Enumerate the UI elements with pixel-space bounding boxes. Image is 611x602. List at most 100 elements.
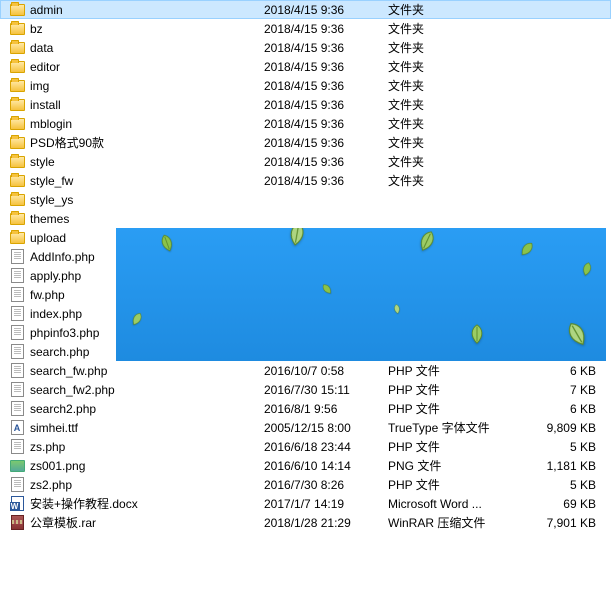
file-size: 5 KB <box>518 478 608 492</box>
file-type: PNG 文件 <box>388 457 518 474</box>
file-name: style_ys <box>30 193 264 207</box>
file-row[interactable]: admin 2018/4/15 9:36 文件夹 <box>0 0 611 19</box>
file-name: search_fw2.php <box>30 383 264 397</box>
file-name: admin <box>30 3 264 17</box>
file-type-icon <box>8 324 26 342</box>
file-name: img <box>30 79 264 93</box>
file-row[interactable]: A simhei.ttf 2005/12/15 8:00 TrueType 字体… <box>0 418 611 437</box>
file-row[interactable]: install 2018/4/15 9:36 文件夹 <box>0 95 611 114</box>
file-row[interactable]: style_fw 2018/4/15 9:36 文件夹 <box>0 171 611 190</box>
file-date: 2016/8/15 9:11 <box>264 326 388 340</box>
file-type: PHP 文件 <box>388 381 518 398</box>
file-type-icon <box>8 495 26 513</box>
file-type-icon <box>8 267 26 285</box>
file-row[interactable]: zs001.png 2016/6/10 14:14 PNG 文件 1,181 K… <box>0 456 611 475</box>
file-date: 2018/4/15 9:36 <box>264 117 388 131</box>
file-name: search_fw.php <box>30 364 264 378</box>
file-row[interactable]: themes <box>0 209 611 228</box>
file-date: 2018/4/15 9:36 <box>264 136 388 150</box>
file-type-icon <box>8 210 26 228</box>
file-name: zs001.png <box>30 459 264 473</box>
file-type-icon <box>8 514 26 532</box>
file-type-icon <box>8 77 26 95</box>
file-date: 2017/1/7 14:19 <box>264 497 388 511</box>
file-size: 1,181 KB <box>518 459 608 473</box>
file-type-icon: A <box>8 419 26 437</box>
file-type: PHP 文件 <box>388 324 518 341</box>
file-type: 文件夹 <box>388 20 518 37</box>
file-row[interactable]: search2.php 2016/8/1 9:56 PHP 文件 6 KB <box>0 399 611 418</box>
file-size: 7 KB <box>518 383 608 397</box>
file-name: index.php <box>30 307 264 321</box>
file-name: phpinfo3.php <box>30 326 264 340</box>
file-row[interactable]: search_fw2.php 2016/7/30 15:11 PHP 文件 7 … <box>0 380 611 399</box>
file-type: PHP 文件 <box>388 362 518 379</box>
file-type: 文件夹 <box>388 153 518 170</box>
file-name: PSD格式90款 <box>30 134 264 151</box>
file-size: 6 KB <box>518 402 608 416</box>
file-row[interactable]: fw.php 4 KB <box>0 285 611 304</box>
file-row[interactable]: 公章模板.rar 2018/1/28 21:29 WinRAR 压缩文件 7,9… <box>0 513 611 532</box>
file-row[interactable]: AddInfo.php 5 KB <box>0 247 611 266</box>
file-size: 5 KB <box>518 269 608 283</box>
file-name: bz <box>30 22 264 36</box>
file-row[interactable]: index.php 1 KB <box>0 304 611 323</box>
file-date: 2018/4/15 9:36 <box>264 60 388 74</box>
file-row[interactable]: mblogin 2018/4/15 9:36 文件夹 <box>0 114 611 133</box>
file-row[interactable]: style 2018/4/15 9:36 文件夹 <box>0 152 611 171</box>
file-type: 文件夹 <box>388 58 518 75</box>
file-row[interactable]: 安装+操作教程.docx 2017/1/7 14:19 Microsoft Wo… <box>0 494 611 513</box>
file-size: 69 KB <box>518 497 608 511</box>
file-type-icon <box>8 229 26 247</box>
file-row[interactable]: style_ys <box>0 190 611 209</box>
file-row[interactable]: search.php 2016/8/1 9:54 PHP 文件 6 KB <box>0 342 611 361</box>
file-date: 2018/4/15 9:36 <box>264 155 388 169</box>
file-type: WinRAR 压缩文件 <box>388 514 518 531</box>
file-date: 2016/8/1 9:56 <box>264 402 388 416</box>
file-size: 5 KB <box>518 440 608 454</box>
file-row[interactable]: editor 2018/4/15 9:36 文件夹 <box>0 57 611 76</box>
file-type-icon <box>8 153 26 171</box>
file-date: 2018/4/15 9:36 <box>264 98 388 112</box>
file-date: 2018/4/15 9:36 <box>264 22 388 36</box>
file-row[interactable]: search_fw.php 2016/10/7 0:58 PHP 文件 6 KB <box>0 361 611 380</box>
file-type: 文件夹 <box>388 96 518 113</box>
file-type: 文件夹 <box>388 39 518 56</box>
file-type: PHP 文件 <box>388 438 518 455</box>
file-row[interactable]: PSD格式90款 2018/4/15 9:36 文件夹 <box>0 133 611 152</box>
file-type: PHP 文件 <box>388 343 518 360</box>
file-type-icon <box>8 457 26 475</box>
file-date: 2016/6/18 23:44 <box>264 440 388 454</box>
file-type-icon <box>8 438 26 456</box>
file-date: 2018/4/15 9:36 <box>264 3 388 17</box>
file-type-icon <box>8 362 26 380</box>
file-type-icon <box>8 39 26 57</box>
file-row[interactable]: phpinfo3.php 2016/8/15 9:11 PHP 文件 1 KB <box>0 323 611 342</box>
file-name: 安装+操作教程.docx <box>30 495 264 512</box>
file-row[interactable]: zs2.php 2016/7/30 8:26 PHP 文件 5 KB <box>0 475 611 494</box>
file-type: 文件夹 <box>388 115 518 132</box>
file-name: zs.php <box>30 440 264 454</box>
file-row[interactable]: data 2018/4/15 9:36 文件夹 <box>0 38 611 57</box>
file-type-icon <box>8 305 26 323</box>
file-type-icon <box>8 58 26 76</box>
file-name: search.php <box>30 345 264 359</box>
file-date: 2016/10/7 0:58 <box>264 364 388 378</box>
file-type-icon <box>8 476 26 494</box>
file-type: PHP 文件 <box>388 400 518 417</box>
file-date: 2016/6/10 14:14 <box>264 459 388 473</box>
file-size: 5 KB <box>518 250 608 264</box>
file-size: 6 KB <box>518 364 608 378</box>
file-name: 公章模板.rar <box>30 514 264 531</box>
file-row[interactable]: img 2018/4/15 9:36 文件夹 <box>0 76 611 95</box>
file-row[interactable]: apply.php 5 KB <box>0 266 611 285</box>
file-name: data <box>30 41 264 55</box>
file-type-icon <box>8 134 26 152</box>
file-row[interactable]: zs.php 2016/6/18 23:44 PHP 文件 5 KB <box>0 437 611 456</box>
file-list: admin 2018/4/15 9:36 文件夹 bz 2018/4/15 9:… <box>0 0 611 532</box>
file-size: 1 KB <box>518 326 608 340</box>
file-name: themes <box>30 212 264 226</box>
file-row[interactable]: upload <box>0 228 611 247</box>
file-date: 2018/4/15 9:36 <box>264 41 388 55</box>
file-row[interactable]: bz 2018/4/15 9:36 文件夹 <box>0 19 611 38</box>
